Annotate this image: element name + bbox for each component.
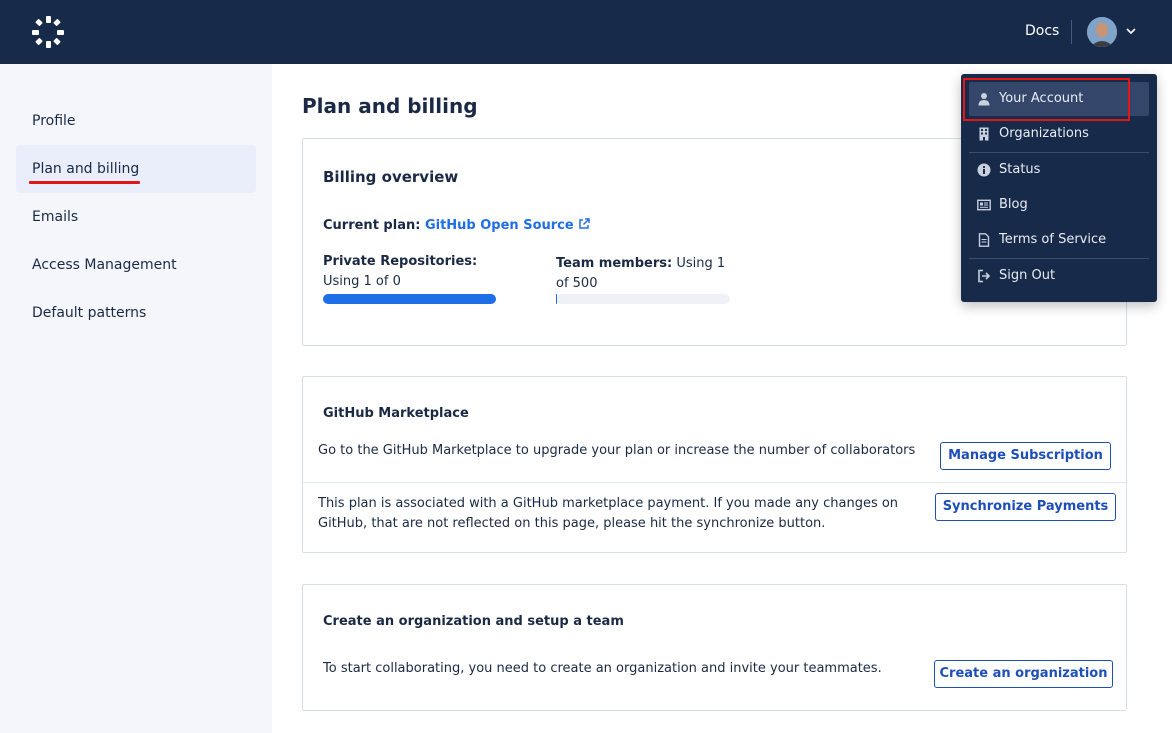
team-members-progress [556, 294, 730, 304]
menu-item-blog[interactable]: Blog [969, 188, 1149, 222]
create-organization-button[interactable]: Create an organization [934, 660, 1113, 688]
sign-out-icon [978, 269, 991, 283]
team-members-info: Team members: Using 1 of 500 [556, 254, 736, 294]
synchronize-payments-button[interactable]: Synchronize Payments [935, 493, 1116, 521]
user-avatar[interactable] [1087, 17, 1117, 47]
private-repositories-label: Private Repositories: [323, 254, 478, 269]
sidebar-item-access-management[interactable]: Access Management [16, 241, 256, 289]
manage-subscription-button[interactable]: Manage Subscription [940, 442, 1111, 470]
menu-item-sign-out[interactable]: Sign Out [969, 259, 1149, 293]
billing-overview-heading: Billing overview [323, 168, 459, 186]
annotation-highlight-box [963, 78, 1130, 121]
menu-item-label: Terms of Service [999, 232, 1107, 247]
create-organization-card [302, 584, 1127, 711]
docs-link[interactable]: Docs [1025, 23, 1059, 39]
current-plan-value[interactable]: GitHub Open Source [425, 218, 574, 233]
active-item-underline [29, 181, 140, 184]
sidebar-item-default-patterns[interactable]: Default patterns [16, 289, 256, 337]
sidebar-item-emails[interactable]: Emails [16, 193, 256, 241]
private-repositories-progress [323, 294, 496, 304]
sync-description: This plan is associated with a GitHub ma… [318, 496, 899, 531]
info-icon [977, 163, 991, 177]
private-repositories-usage: Using 1 of 0 [323, 274, 401, 289]
menu-item-label: Organizations [999, 126, 1089, 141]
document-icon [978, 233, 990, 247]
app-logo[interactable] [31, 15, 65, 49]
menu-item-label: Blog [999, 197, 1028, 212]
menu-item-label: Sign Out [999, 268, 1056, 283]
create-organization-description: To start collaborating, you need to crea… [323, 661, 882, 676]
chevron-down-icon[interactable] [1124, 24, 1138, 38]
newspaper-icon [977, 199, 991, 211]
page-title: Plan and billing [302, 94, 478, 118]
sidebar-item-plan-and-billing[interactable]: Plan and billing [16, 145, 256, 193]
current-plan: Current plan: GitHub Open Source [323, 218, 590, 233]
team-members-label: Team members: [556, 256, 673, 271]
private-repositories-progress-fill [323, 294, 496, 304]
github-marketplace-heading: GitHub Marketplace [323, 406, 469, 421]
sidebar-item-profile[interactable]: Profile [16, 97, 256, 145]
marketplace-divider [303, 482, 1126, 483]
menu-item-status[interactable]: Status [969, 153, 1149, 187]
header-divider [1071, 20, 1072, 44]
current-plan-label: Current plan: [323, 218, 421, 233]
building-icon [979, 127, 989, 141]
top-navbar: Docs [0, 0, 1172, 64]
menu-item-organizations[interactable]: Organizations [969, 117, 1149, 151]
menu-item-label: Status [999, 162, 1041, 177]
create-organization-heading: Create an organization and setup a team [323, 614, 624, 629]
marketplace-description: Go to the GitHub Marketplace to upgrade … [318, 443, 916, 458]
external-link-icon [579, 218, 590, 229]
menu-item-terms-of-service[interactable]: Terms of Service [969, 223, 1149, 257]
current-plan-link[interactable]: GitHub Open Source [425, 218, 590, 233]
